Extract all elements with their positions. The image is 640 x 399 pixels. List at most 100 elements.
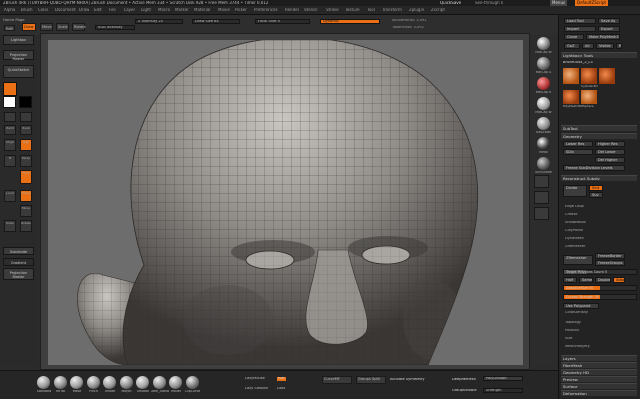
menu-light[interactable]: Light <box>141 8 151 12</box>
zadd-icon[interactable]: Zadd <box>4 125 16 135</box>
brush-clipcurve-icon[interactable] <box>185 376 199 389</box>
menu-material[interactable]: Material <box>194 8 210 12</box>
tool-thumb-head[interactable] <box>563 68 579 84</box>
same-button[interactable]: Same <box>579 277 593 283</box>
menu-brush[interactable]: Brush <box>21 8 33 12</box>
menu-edit[interactable]: Edit <box>94 8 102 12</box>
roll-button[interactable]: Roll <box>277 377 286 381</box>
curves-strength-slider[interactable]: Curves Strength 50 <box>563 294 637 300</box>
zremesher-section[interactable]: ZRemesher <box>563 245 637 250</box>
groups-split-button[interactable]: Groups Split <box>356 376 386 384</box>
rotate-icon[interactable]: Rotate <box>20 220 32 232</box>
rotate-button[interactable]: Rotate <box>72 23 86 31</box>
menu-texture[interactable]: Texture <box>345 8 360 12</box>
focal-shift-slider[interactable]: Focal Shift 0 <box>255 19 310 24</box>
adaptive-size-slider[interactable]: AdaptiveSize 50 <box>563 285 637 291</box>
menu-layer[interactable]: Layer <box>124 8 135 12</box>
menu-color[interactable]: Color <box>38 8 48 12</box>
floor-icon[interactable]: Floor <box>20 170 32 184</box>
brush-standard-icon[interactable] <box>37 376 50 389</box>
del-higher-button[interactable]: Del Higher <box>595 157 625 163</box>
draw-size-slider[interactable]: Draw Size 64 <box>192 19 240 24</box>
adapt-button[interactable]: Adapt <box>613 277 625 283</box>
surface-section[interactable]: Surface <box>561 383 637 389</box>
make-polymesh-button[interactable]: Make PolyMesh3D <box>586 34 620 40</box>
edge-loop-section[interactable]: Edge Loop <box>563 205 637 210</box>
use-polypaint-button[interactable]: Use Polypaint <box>563 303 599 309</box>
gradient-button[interactable]: Gradient <box>3 258 34 266</box>
brush-morph-icon[interactable] <box>119 376 133 389</box>
scale-button[interactable]: Scale <box>56 23 69 31</box>
deformation-section[interactable]: Deformation <box>561 390 637 396</box>
brush-mallet-icon[interactable] <box>169 376 182 389</box>
matcap-red-icon[interactable] <box>537 77 550 90</box>
size-section[interactable]: Size <box>563 337 637 342</box>
suv-button[interactable]: Suv <box>589 192 603 198</box>
target-polygons-slider[interactable]: Target Polygons Count 5 <box>563 269 637 275</box>
persp-icon[interactable]: Persp <box>20 155 32 167</box>
mrgb-icon[interactable]: Mrgb <box>4 139 16 151</box>
goz-button[interactable]: GoZ <box>564 43 580 49</box>
brush-pinch-icon[interactable] <box>86 376 100 389</box>
brush-inflate-icon[interactable] <box>103 376 116 389</box>
curvemf-button[interactable]: CurveMF <box>322 376 352 384</box>
quicksave-button[interactable]: QuickSave <box>440 1 461 5</box>
black-color-swatch[interactable] <box>19 96 32 108</box>
menu-stencil[interactable]: Stencil <box>304 8 318 12</box>
menu-document[interactable]: Document <box>55 8 76 12</box>
menu-zscript[interactable]: Zscript <box>431 8 445 12</box>
cylinder3d-thumb[interactable] <box>581 68 597 84</box>
subtool-section[interactable]: SubTool <box>561 125 637 131</box>
double-button[interactable]: Double <box>595 277 611 283</box>
projection-master-button[interactable]: Projection Master <box>3 50 34 61</box>
claypolish-section[interactable]: ClayPolish <box>563 229 637 234</box>
lazymouse-button[interactable]: LazyMouse <box>245 377 265 381</box>
zsphere-thumb[interactable] <box>581 90 597 104</box>
secondary-color-swatch[interactable] <box>3 96 16 108</box>
higher-res-button[interactable]: Higher Res <box>595 141 625 147</box>
del-lower-button[interactable]: Del Lower <box>595 149 625 155</box>
layers-section[interactable]: Layers <box>561 355 637 361</box>
activate-symmetry-button[interactable]: Activate Symmetry <box>390 378 425 382</box>
visible-button[interactable]: Visible <box>596 43 614 49</box>
freeze-border-button[interactable]: FreezeBorder <box>595 253 625 259</box>
metal-icon[interactable] <box>537 137 550 150</box>
all-button[interactable]: All <box>582 43 594 49</box>
meshintegrity-section[interactable]: MeshIntegrity <box>563 345 637 350</box>
shadowbox-section[interactable]: ShadowBox <box>563 221 637 226</box>
rgb-intensity-slider[interactable]: RGB Intensity <box>95 25 135 30</box>
geometry-section[interactable]: Geometry <box>561 133 637 139</box>
zoom-icon[interactable] <box>534 191 549 204</box>
load-tool-button[interactable]: Load Tool <box>564 18 596 24</box>
z-intensity-slider[interactable]: Z Intensity 25 <box>135 19 183 24</box>
lower-res-button[interactable]: Lower Res <box>563 141 593 147</box>
rgb-icon[interactable]: Rgb <box>20 139 32 151</box>
frame-icon[interactable]: Frame <box>20 190 32 202</box>
rotate-view-icon[interactable] <box>534 207 549 220</box>
menu-picker[interactable]: Picker <box>235 8 247 12</box>
save-as-button[interactable]: Save As <box>598 18 620 24</box>
dots-button[interactable]: Dots <box>277 387 285 391</box>
matcap-white2-icon[interactable] <box>537 97 550 110</box>
menu-alpha[interactable]: Alpha <box>4 8 15 12</box>
scroll-icon[interactable] <box>534 175 549 188</box>
import-button[interactable]: Import <box>564 26 596 32</box>
reconstruct-subdiv-button[interactable]: Reconstruct Subdiv <box>561 175 637 181</box>
smt-button[interactable]: Smt <box>589 185 603 191</box>
move-button[interactable]: Move <box>40 23 53 31</box>
divide-button[interactable]: Divide <box>563 185 587 197</box>
half-button[interactable]: Half <box>563 277 577 283</box>
lazy-smooth-slider[interactable]: Lazy Smooth <box>245 387 268 391</box>
fibermesh-section[interactable]: FiberMesh <box>561 362 637 368</box>
scale-icon[interactable]: Scale <box>4 220 16 232</box>
polygroupit-slider[interactable]: PolyGroupIt <box>483 376 523 381</box>
sdiv-slider[interactable]: SDiv <box>563 149 593 155</box>
matcap-gray-icon[interactable] <box>537 57 550 70</box>
switch-color-icon[interactable] <box>4 112 16 122</box>
dynamesh-section[interactable]: DynaMesh <box>563 237 637 242</box>
menu-file[interactable]: File <box>109 8 116 12</box>
menu-preferences[interactable]: Preferences <box>254 8 278 12</box>
seethrough-slider[interactable]: See-through 0 <box>475 1 503 5</box>
edit-button[interactable]: Edit <box>4 25 15 31</box>
viewport-canvas[interactable] <box>48 40 523 365</box>
